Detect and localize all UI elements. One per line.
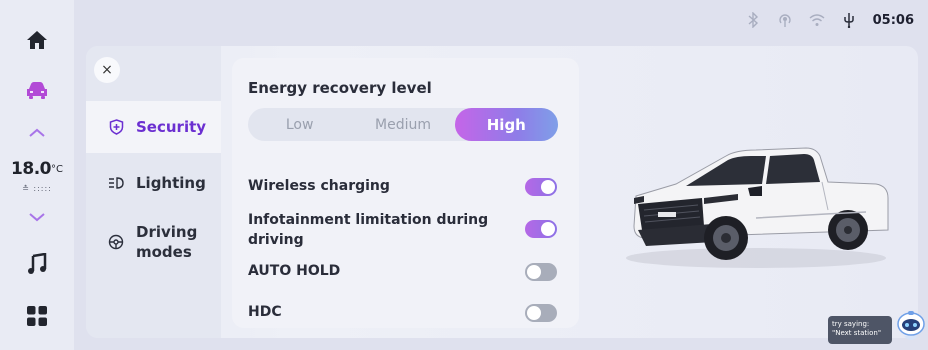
energy-option-low[interactable]: Low (248, 108, 351, 141)
infotainment-limitation-toggle[interactable] (525, 220, 557, 238)
toggle-knob (527, 265, 541, 279)
energy-option-medium[interactable]: Medium (351, 108, 454, 141)
vehicle-button[interactable] (0, 78, 74, 102)
apps-button[interactable] (0, 304, 74, 328)
temperature-unit: °C (50, 163, 63, 175)
nav-item-lighting[interactable]: Lighting (86, 159, 221, 207)
settings-panel: × Security Lighting Driving modes Energy… (86, 46, 918, 338)
temp-down-button[interactable] (0, 208, 74, 226)
voice-assistant-hint: try saying: "Next station" (828, 316, 892, 344)
temp-up-button[interactable] (0, 124, 74, 142)
nav-item-label: Security (136, 118, 207, 136)
chevron-up-icon (29, 128, 45, 137)
close-icon: × (101, 62, 113, 78)
music-button[interactable] (0, 252, 74, 276)
temperature-display: 18.0 °C (0, 158, 74, 180)
status-bar: 05:06 (745, 12, 914, 28)
energy-option-high[interactable]: High (454, 108, 558, 141)
energy-recovery-selector: Low Medium High (248, 108, 558, 141)
usb-icon (841, 12, 857, 28)
car-icon (27, 82, 47, 99)
fan-speed: ≛ ::::: (22, 183, 52, 193)
security-settings-card: Energy recovery level Low Medium High Wi… (232, 58, 579, 328)
home-icon (27, 31, 47, 49)
home-button[interactable] (0, 26, 74, 54)
music-icon (28, 253, 47, 274)
bluetooth-icon (745, 12, 761, 28)
hdc-toggle[interactable] (525, 304, 557, 322)
infotainment-limitation-label: Infotainment limitation during driving (248, 212, 489, 248)
left-rail: 18.0 °C ≛ ::::: (0, 0, 74, 350)
close-button[interactable]: × (94, 57, 120, 83)
nav-item-security[interactable]: Security (86, 101, 221, 153)
wireless-charging-label: Wireless charging (248, 178, 390, 194)
clock: 05:06 (872, 12, 914, 28)
wireless-charging-toggle[interactable] (525, 178, 557, 196)
hotspot-icon (777, 12, 793, 28)
auto-hold-toggle[interactable] (525, 263, 557, 281)
shield-icon (108, 119, 124, 135)
toggle-knob (541, 180, 555, 194)
toggle-knob (541, 222, 555, 236)
steering-wheel-icon (108, 234, 124, 250)
vehicle-image (626, 147, 889, 268)
hdc-label: HDC (248, 304, 282, 320)
energy-recovery-title: Energy recovery level (248, 79, 432, 97)
nav-item-driving-modes[interactable]: Driving modes (86, 212, 221, 272)
wifi-icon (809, 12, 825, 28)
nav-item-label: Driving modes (136, 223, 198, 261)
auto-hold-label: AUTO HOLD (248, 263, 341, 279)
apps-grid-icon (27, 306, 47, 326)
voice-assistant-icon[interactable] (896, 310, 926, 346)
headlight-icon (108, 175, 124, 191)
chevron-down-icon (29, 213, 45, 222)
nav-item-label: Lighting (136, 174, 206, 192)
settings-nav: × Security Lighting Driving modes (86, 46, 221, 338)
temperature-value: 18.0 (11, 159, 51, 179)
toggle-knob (527, 306, 541, 320)
